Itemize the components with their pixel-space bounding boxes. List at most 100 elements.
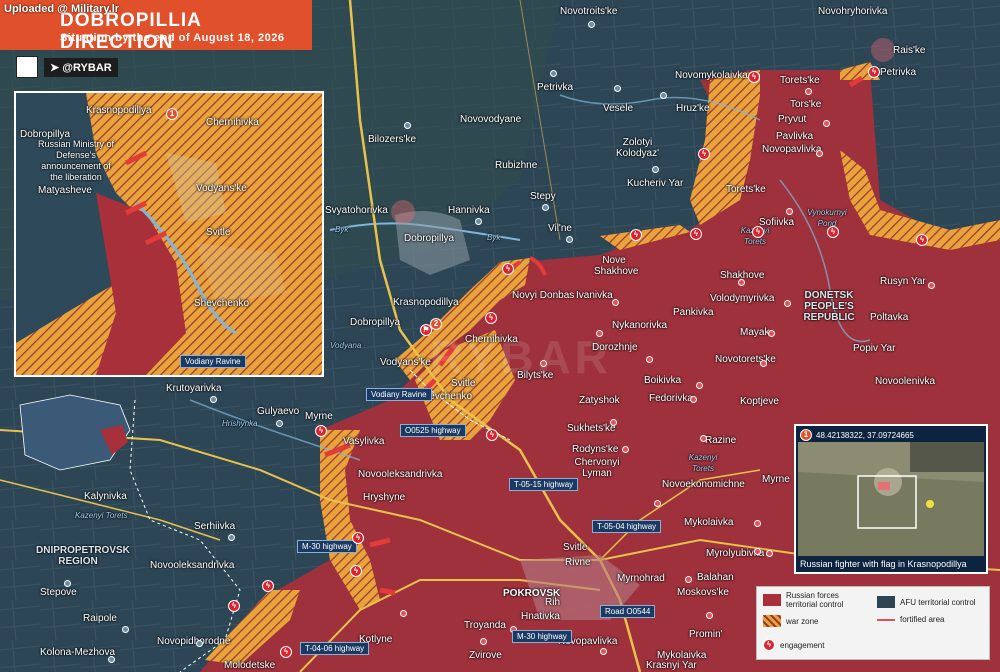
engagement-icon[interactable]: ϟ bbox=[752, 226, 764, 238]
settlement-label[interactable]: Molodetske bbox=[224, 660, 275, 671]
settlement-label[interactable]: Pryvut bbox=[778, 114, 806, 125]
settlement-label[interactable]: Novopidhorodne bbox=[157, 636, 230, 647]
settlement-label[interactable]: Rais'ke bbox=[893, 45, 925, 56]
settlement-label[interactable]: Kucheriv Yar bbox=[627, 178, 683, 189]
settlement-label[interactable]: Volodymyrivka bbox=[710, 293, 774, 304]
engagement-icon[interactable]: ϟ bbox=[262, 580, 274, 592]
badge-icon[interactable]: 2 bbox=[430, 318, 442, 330]
settlement-label[interactable]: Petrivka bbox=[537, 82, 573, 93]
settlement-label[interactable]: Hryshyne bbox=[363, 492, 405, 503]
settlement-label[interactable]: Tors'ke bbox=[790, 99, 821, 110]
settlement-label[interactable]: Popiv Yar bbox=[853, 343, 895, 354]
settlement-label[interactable]: Pavlivka bbox=[776, 131, 813, 142]
settlement-label[interactable]: Razine bbox=[705, 435, 736, 446]
settlement-label[interactable]: Krutoyarivka bbox=[166, 383, 222, 394]
settlement-label[interactable]: Vasylivka bbox=[343, 436, 385, 447]
settlement-label[interactable]: Myrne bbox=[305, 411, 333, 422]
inset-map[interactable]: Dobropillya Krasnopodillya Chernihivka M… bbox=[14, 91, 324, 377]
settlement-label[interactable]: Rodyns'ke bbox=[572, 444, 618, 455]
settlement-label[interactable]: Chervonyi Lyman bbox=[567, 457, 627, 479]
settlement-label[interactable]: Nykanorivka bbox=[612, 320, 667, 331]
settlement-label[interactable]: Zatyshok bbox=[579, 395, 620, 406]
settlement-label[interactable]: Mykolaivka bbox=[684, 517, 733, 528]
engagement-icon[interactable]: ϟ bbox=[280, 646, 292, 658]
settlement-label[interactable]: Zolotyi Kolodyaz' bbox=[610, 137, 665, 159]
settlement-label[interactable]: Chernihivka bbox=[465, 334, 518, 345]
settlement-label[interactable]: Novooleksandrivka bbox=[150, 560, 235, 571]
settlement-label[interactable]: Hruz'ke bbox=[676, 103, 710, 114]
settlement-label[interactable]: Svyatohorivka bbox=[325, 205, 388, 216]
settlement-label[interactable]: Koptjeve bbox=[740, 396, 779, 407]
settlement-label[interactable]: Raipole bbox=[83, 613, 117, 624]
settlement-label[interactable]: Torets'ke bbox=[780, 75, 820, 86]
settlement-label[interactable]: Hannivka bbox=[448, 205, 490, 216]
settlement-label[interactable]: Troyanda bbox=[464, 620, 506, 631]
settlement-label[interactable]: Dobropillya bbox=[404, 233, 454, 244]
settlement-label[interactable]: Sukhets'ke bbox=[567, 423, 616, 434]
engagement-icon[interactable]: ϟ bbox=[868, 66, 880, 78]
engagement-icon[interactable]: ϟ bbox=[502, 263, 514, 275]
inset-label[interactable]: Krasnopodillya bbox=[86, 105, 152, 116]
engagement-icon[interactable]: ϟ bbox=[630, 229, 642, 241]
settlement-label[interactable]: Petrivka bbox=[880, 67, 916, 78]
settlement-label[interactable]: Svitle bbox=[451, 378, 475, 389]
settlement-label[interactable]: Novyi Donbas bbox=[512, 290, 574, 301]
settlement-label[interactable]: Myrne bbox=[762, 474, 790, 485]
settlement-label[interactable]: Novovodyane bbox=[460, 114, 521, 125]
settlement-label[interactable]: Vil'ne bbox=[548, 223, 572, 234]
map[interactable]: RYBAR DOBROPILLIA DIRECTION Situation by… bbox=[0, 0, 1000, 672]
engagement-icon[interactable]: ϟ bbox=[748, 71, 760, 83]
settlement-label[interactable]: Myrnohrad bbox=[617, 573, 665, 584]
settlement-label[interactable]: Mayak bbox=[740, 327, 769, 338]
settlement-label[interactable]: Kolona-Mezhova bbox=[40, 647, 115, 658]
settlement-label[interactable]: Novoekonomichne bbox=[662, 479, 745, 490]
settlement-label[interactable]: Dorozhnje bbox=[592, 342, 638, 353]
engagement-icon[interactable]: ϟ bbox=[485, 312, 497, 324]
settlement-label[interactable]: Stepove bbox=[40, 587, 77, 598]
settlement-label[interactable]: Rivne bbox=[565, 557, 591, 568]
settlement-label[interactable]: Rih bbox=[545, 597, 560, 608]
engagement-icon[interactable]: ϟ bbox=[486, 429, 498, 441]
settlement-label[interactable]: Novopavlivka bbox=[762, 144, 821, 155]
settlement-label[interactable]: Vodyans'ke bbox=[380, 357, 431, 368]
inset-label[interactable]: Shevchenko bbox=[194, 298, 249, 309]
engagement-icon[interactable]: ϟ bbox=[690, 228, 702, 240]
settlement-label[interactable]: Novomykolaivka bbox=[675, 70, 748, 81]
settlement-label[interactable]: Stepy bbox=[530, 191, 556, 202]
settlement-label[interactable]: Fedorivka bbox=[649, 393, 693, 404]
settlement-label[interactable]: Nove Shakhove bbox=[594, 255, 638, 277]
settlement-label[interactable]: Torets'ke bbox=[726, 184, 766, 195]
inset-label[interactable]: Chernihivka bbox=[206, 117, 259, 128]
badge-icon[interactable]: 1 bbox=[166, 108, 178, 120]
inset-label[interactable]: Matyasheve bbox=[38, 185, 92, 196]
settlement-label[interactable]: Novotroits'ke bbox=[560, 6, 618, 17]
settlement-label[interactable]: Moskovs'ke bbox=[677, 587, 729, 598]
settlement-label[interactable]: Zvirove bbox=[469, 650, 502, 661]
settlement-label[interactable]: Krasnyi Yar bbox=[646, 660, 697, 671]
settlement-label[interactable]: Svitle bbox=[563, 542, 587, 553]
settlement-label[interactable]: Novohryhorivka bbox=[818, 6, 887, 17]
settlement-label[interactable]: Bilyts'ke bbox=[517, 370, 553, 381]
settlement-label[interactable]: Krasnopodillya bbox=[393, 297, 459, 308]
engagement-icon[interactable]: ϟ bbox=[916, 234, 928, 246]
engagement-icon[interactable]: ϟ bbox=[827, 226, 839, 238]
settlement-label[interactable]: Boikivka bbox=[644, 375, 681, 386]
photo-callout[interactable]: 1 48.42138322, 37.09724665 Russian fight… bbox=[794, 424, 988, 574]
settlement-label[interactable]: Kalynivka bbox=[84, 491, 127, 502]
settlement-label[interactable]: Vesele bbox=[603, 103, 633, 114]
settlement-label[interactable]: Dobropillya bbox=[350, 317, 400, 328]
settlement-label[interactable]: Pankivka bbox=[673, 307, 714, 318]
settlement-label[interactable]: Ivanivka bbox=[576, 290, 613, 301]
settlement-label[interactable]: Novooleksandrivka bbox=[358, 469, 443, 480]
engagement-icon[interactable]: ϟ bbox=[352, 532, 364, 544]
settlement-label[interactable]: Poltavka bbox=[870, 312, 908, 323]
settlement-label[interactable]: Serhiivka bbox=[194, 521, 235, 532]
engagement-icon[interactable]: ϟ bbox=[698, 148, 710, 160]
engagement-icon[interactable]: ϟ bbox=[315, 425, 327, 437]
settlement-label[interactable]: Bilozers'ke bbox=[368, 134, 416, 145]
inset-label[interactable]: Svitle bbox=[206, 227, 230, 238]
settlement-label[interactable]: Rubizhne bbox=[495, 160, 537, 171]
engagement-icon[interactable]: ϟ bbox=[228, 600, 240, 612]
settlement-label[interactable]: Balahan bbox=[697, 572, 734, 583]
settlement-label[interactable]: Gulyaevo bbox=[257, 406, 299, 417]
